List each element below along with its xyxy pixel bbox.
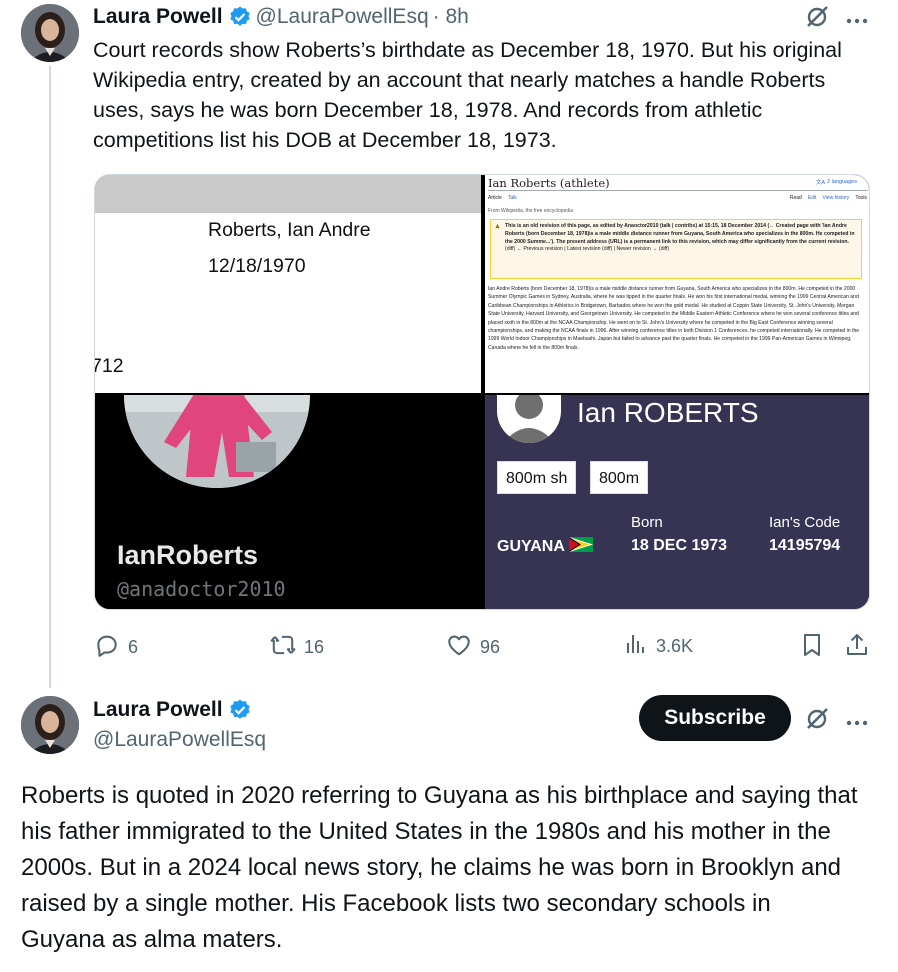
court-record-name: Roberts, Ian Andre: [208, 219, 371, 241]
tab-tools[interactable]: Tools: [855, 195, 867, 201]
like-icon: [446, 632, 480, 663]
author-name[interactable]: Laura Powell: [93, 698, 223, 722]
thread-connector-line: [49, 66, 51, 688]
tweet-text: Roberts is quoted in 2020 referring to G…: [21, 782, 858, 953]
tweet-header: Laura Powell @LauraPowellEsq · 8h: [93, 5, 469, 29]
author-name[interactable]: Laura Powell: [93, 5, 223, 29]
bookmark-icon: [800, 632, 832, 663]
guyana-flag-icon: [568, 537, 593, 557]
notice-text: This is an old revision of this page, as…: [505, 223, 855, 245]
like-count: 96: [480, 637, 501, 657]
grok-icon[interactable]: [804, 706, 830, 737]
old-revision-notice: ▲ This is an old revision of this page, …: [490, 219, 862, 279]
wiki-languages[interactable]: 文A 2 languages: [816, 178, 857, 186]
athlete-code-label: Ian's Code: [769, 514, 841, 531]
views-icon: [624, 632, 656, 661]
profile-handle: @anadoctor2010: [117, 577, 286, 601]
tweet-media-grid[interactable]: Roberts, Ian Andre 12/18/1970 712 Ian Ro…: [94, 174, 870, 610]
repost-button[interactable]: 16: [270, 632, 324, 663]
wiki-from: From Wikipedia, the free encyclopedia: [488, 208, 574, 214]
social-profile-screenshot[interactable]: IanRoberts @anadoctor2010: [95, 395, 481, 609]
wiki-tabs-left: Article Talk: [488, 195, 517, 201]
like-button[interactable]: 96: [446, 632, 500, 663]
athlete-name: Ian ROBERTS: [577, 397, 759, 428]
wiki-article-body: Ian Andre Roberts (born December 18, 197…: [488, 286, 860, 351]
bookmark-button[interactable]: [800, 632, 832, 663]
tab-article[interactable]: Article: [488, 195, 502, 201]
author-avatar[interactable]: [21, 696, 79, 754]
event-chip-800m-sh[interactable]: 800m sh: [497, 461, 577, 494]
athlete-avatar-placeholder: [497, 395, 561, 443]
repost-icon: [270, 632, 304, 663]
more-icon[interactable]: [845, 714, 869, 732]
tab-history[interactable]: View history: [822, 195, 849, 201]
views-count: 3.6K: [656, 636, 694, 656]
reply-count: 6: [128, 637, 139, 657]
born-label: Born: [631, 514, 663, 531]
reply-button[interactable]: 6: [94, 632, 138, 663]
repost-count: 16: [304, 637, 325, 657]
author-handle[interactable]: @LauraPowellEsq: [256, 5, 429, 29]
subscribe-button[interactable]: Subscribe: [639, 695, 791, 741]
athlete-country: GUYANA: [497, 537, 593, 557]
translate-icon: 文A: [815, 180, 826, 186]
tweet-timestamp[interactable]: · 8h: [433, 5, 469, 29]
author-avatar[interactable]: [21, 4, 79, 62]
born-value: 18 DEC 1973: [631, 537, 728, 554]
tab-read[interactable]: Read: [790, 195, 802, 201]
court-record-date: 12/18/1970: [208, 255, 306, 277]
wikipedia-revision-screenshot[interactable]: Ian Roberts (athlete) 文A 2 languages Art…: [485, 175, 869, 393]
author-handle[interactable]: @LauraPowellEsq: [93, 728, 266, 752]
grok-icon[interactable]: [804, 4, 830, 35]
tab-talk[interactable]: Talk: [508, 195, 517, 201]
athlete-profile-card[interactable]: Ian ROBERTS 800m sh 800m GUYANA Born 18 …: [485, 395, 869, 609]
warning-icon: ▲: [494, 223, 501, 230]
event-chip-800m[interactable]: 800m: [590, 461, 649, 494]
scan-header-bar: [95, 175, 481, 213]
athlete-code-value: 14195794: [769, 537, 841, 554]
revision-nav[interactable]: (diff) ← Previous revision | Latest revi…: [505, 246, 856, 254]
more-icon[interactable]: [845, 12, 869, 30]
court-record-fragment: 712: [95, 355, 124, 377]
tab-edit[interactable]: Edit: [808, 195, 817, 201]
share-button[interactable]: [845, 632, 877, 663]
wiki-tabs-right: Read Edit View history Tools: [790, 195, 867, 201]
tweet-header: Laura Powell: [93, 698, 256, 722]
verified-badge-icon: [228, 5, 252, 29]
verified-badge-icon: [228, 698, 252, 722]
court-record-image[interactable]: Roberts, Ian Andre 12/18/1970 712: [95, 175, 481, 393]
profile-display-name: IanRoberts: [117, 540, 259, 570]
share-icon: [845, 632, 877, 663]
tweet-text: Court records show Roberts’s birthdate a…: [93, 38, 842, 152]
views-button[interactable]: 3.6K: [624, 632, 693, 661]
wiki-title: Ian Roberts (athlete): [488, 176, 610, 190]
reply-icon: [94, 632, 128, 663]
